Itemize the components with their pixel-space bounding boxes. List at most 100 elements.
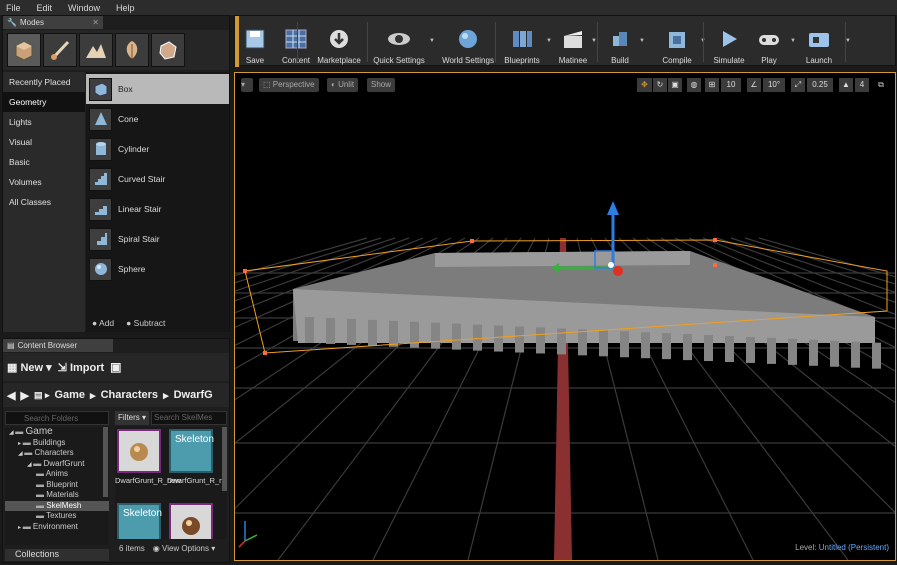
list-item-linear-stair[interactable]: Linear Stair (86, 194, 229, 224)
new-button[interactable]: ▦ New ▾ (7, 361, 52, 374)
item-label: Curved Stair (118, 174, 166, 184)
translate-icon[interactable]: ✥ (637, 78, 652, 92)
breadcrumb-characters[interactable]: Characters (101, 389, 158, 401)
dropdown-caret-icon[interactable]: ▼ (546, 38, 552, 44)
camera-speed-value[interactable]: 4 (855, 78, 869, 92)
asset-scrollbar[interactable] (222, 427, 227, 491)
scale-snap-value[interactable]: 0.25 (807, 78, 833, 92)
folder-tree-item[interactable]: ▬ Materials (5, 490, 109, 501)
toolbar-play-button[interactable]: Play (754, 19, 784, 65)
rotate-icon[interactable]: ↻ (653, 78, 667, 92)
collections-header[interactable]: Collections (5, 549, 109, 561)
toolbar-compile-button[interactable]: Compile (655, 19, 699, 65)
filters-button[interactable]: Filters ▾ (115, 411, 150, 425)
geometry-edit-mode-button[interactable] (151, 33, 185, 67)
folder-tree-item[interactable]: ▸ ▬ Buildings (5, 438, 109, 449)
list-item-box[interactable]: Box (86, 74, 229, 104)
history-icon[interactable]: ▤ ▸ (34, 390, 50, 401)
category-all-classes[interactable]: All Classes (3, 192, 85, 212)
rotation-snap-icon[interactable]: ∠ (747, 78, 761, 92)
checker-stripe (872, 342, 881, 369)
foliage-mode-button[interactable] (115, 33, 149, 67)
folder-search-input[interactable]: Search Folders (5, 411, 109, 425)
dropdown-caret-icon[interactable]: ▼ (790, 38, 796, 44)
scale-icon[interactable]: ▣ (668, 78, 682, 92)
category-basic[interactable]: Basic (3, 152, 85, 172)
dropdown-caret-icon[interactable]: ▼ (429, 38, 435, 44)
toolbar-world-settings-button[interactable]: World Settings (440, 19, 496, 65)
folder-tree-item[interactable]: ◢ ▬ Characters (5, 448, 109, 459)
toolbar-marketplace-button[interactable]: Marketplace (315, 19, 363, 65)
toolbar-matinee-button[interactable]: Matinee (555, 19, 591, 65)
world-space-icon[interactable]: ◍ (687, 78, 701, 92)
menu-window[interactable]: Window (68, 3, 100, 13)
category-recently-placed[interactable]: Recently Placed (3, 72, 85, 92)
breadcrumb-dwarfgrunt[interactable]: DwarfG (174, 389, 213, 401)
list-item-cone[interactable]: Cone (86, 104, 229, 134)
asset-thumbnail[interactable]: Skeleton (169, 429, 214, 473)
skeletal-mesh-preview-icon (130, 443, 148, 461)
toolbar-quick-settings-button[interactable]: Quick Settings (370, 19, 428, 65)
camera-speed-icon[interactable]: ▲ (839, 78, 853, 92)
category-volumes[interactable]: Volumes (3, 172, 85, 192)
paint-mode-button[interactable] (43, 33, 77, 67)
subtract-radio[interactable]: ● Subtract (126, 318, 165, 328)
checker-stripe (683, 334, 692, 361)
folder-tree-item[interactable]: ◢ ▬ DwarfGrunt (5, 459, 109, 470)
folder-tree-item[interactable]: ▬ SkelMesh (5, 500, 109, 511)
toolbar-save-button[interactable]: Save (243, 19, 267, 65)
maximize-icon[interactable]: ⧉ (875, 78, 887, 92)
close-icon[interactable]: ✕ (92, 18, 99, 27)
breadcrumb-game[interactable]: Game (54, 389, 85, 401)
menu-file[interactable]: File (6, 3, 21, 13)
place-mode-button[interactable] (7, 33, 41, 67)
import-button[interactable]: ⇲ Import (58, 361, 105, 374)
level-viewport[interactable]: ▾ ⬚ Perspective ◐ Unlit Show ✥ ↻ ▣ ◍ ⊞ 1… (234, 72, 896, 561)
list-item-sphere[interactable]: Sphere (86, 254, 229, 284)
landscape-mode-button[interactable] (79, 33, 113, 67)
level-name[interactable]: Untitled (Persistent) (819, 543, 889, 552)
forward-icon[interactable]: ▶ (20, 389, 28, 402)
grid-snap-value[interactable]: 10 (721, 78, 741, 92)
view-mode-button[interactable]: ◐ Unlit (327, 78, 359, 92)
dropdown-caret-icon[interactable]: ▼ (639, 38, 645, 44)
save-all-button[interactable]: ▣ (110, 360, 121, 374)
perspective-button[interactable]: ⬚ Perspective (259, 78, 319, 92)
category-visual[interactable]: Visual (3, 132, 85, 152)
list-item-curved-stair[interactable]: Curved Stair (86, 164, 229, 194)
add-radio[interactable]: ● Add (92, 318, 114, 328)
folder-tree-item[interactable]: ▬ Anims (5, 469, 109, 480)
add-label: Add (99, 318, 115, 328)
rotation-snap-value[interactable]: 10° (763, 78, 785, 92)
folder-tree-item[interactable]: ◢ ▬ Game (5, 426, 109, 438)
folder-tree-item[interactable]: ▸ ▬ Environment (5, 522, 109, 533)
chevron-right-icon: ▸ (90, 389, 96, 402)
asset-thumbnail[interactable] (117, 429, 161, 473)
scale-snap-icon[interactable]: ⤢ (791, 78, 805, 92)
view-options-button[interactable]: ◉ View Options ▾ (153, 544, 215, 553)
folder-tree-item[interactable]: ▬ Textures (5, 511, 109, 522)
menu-edit[interactable]: Edit (37, 3, 53, 13)
viewport-menu-button[interactable]: ▾ (241, 78, 253, 92)
new-label: New (20, 361, 44, 374)
surface-snap-icon[interactable]: ⊞ (705, 78, 719, 92)
toolbar-simulate-button[interactable]: Simulate (711, 19, 747, 65)
toolbar-content-button[interactable]: Content (279, 19, 313, 65)
category-geometry[interactable]: Geometry (3, 92, 85, 112)
content-browser-tab[interactable]: ▤ Content Browser (3, 339, 113, 352)
modes-tab[interactable]: 🔧 Modes ✕ (3, 16, 103, 29)
menu-help[interactable]: Help (116, 3, 135, 13)
show-button[interactable]: Show (367, 78, 396, 92)
list-item-spiral-stair[interactable]: Spiral Stair (86, 224, 229, 254)
asset-thumbnail[interactable]: Skeleton (117, 503, 162, 539)
list-item-cylinder[interactable]: Cylinder (86, 134, 229, 164)
back-icon[interactable]: ◀ (7, 389, 15, 402)
folder-tree-item[interactable]: ▬ Blueprint (5, 480, 109, 491)
toolbar-launch-button[interactable]: Launch (801, 19, 837, 65)
asset-thumbnail[interactable] (169, 503, 213, 539)
category-lights[interactable]: Lights (3, 112, 85, 132)
tree-scrollbar[interactable] (103, 427, 108, 497)
asset-search-input[interactable]: Search SkelMes (151, 411, 227, 425)
toolbar-blueprints-button[interactable]: Blueprints (500, 19, 544, 65)
toolbar-build-button[interactable]: Build (605, 19, 635, 65)
